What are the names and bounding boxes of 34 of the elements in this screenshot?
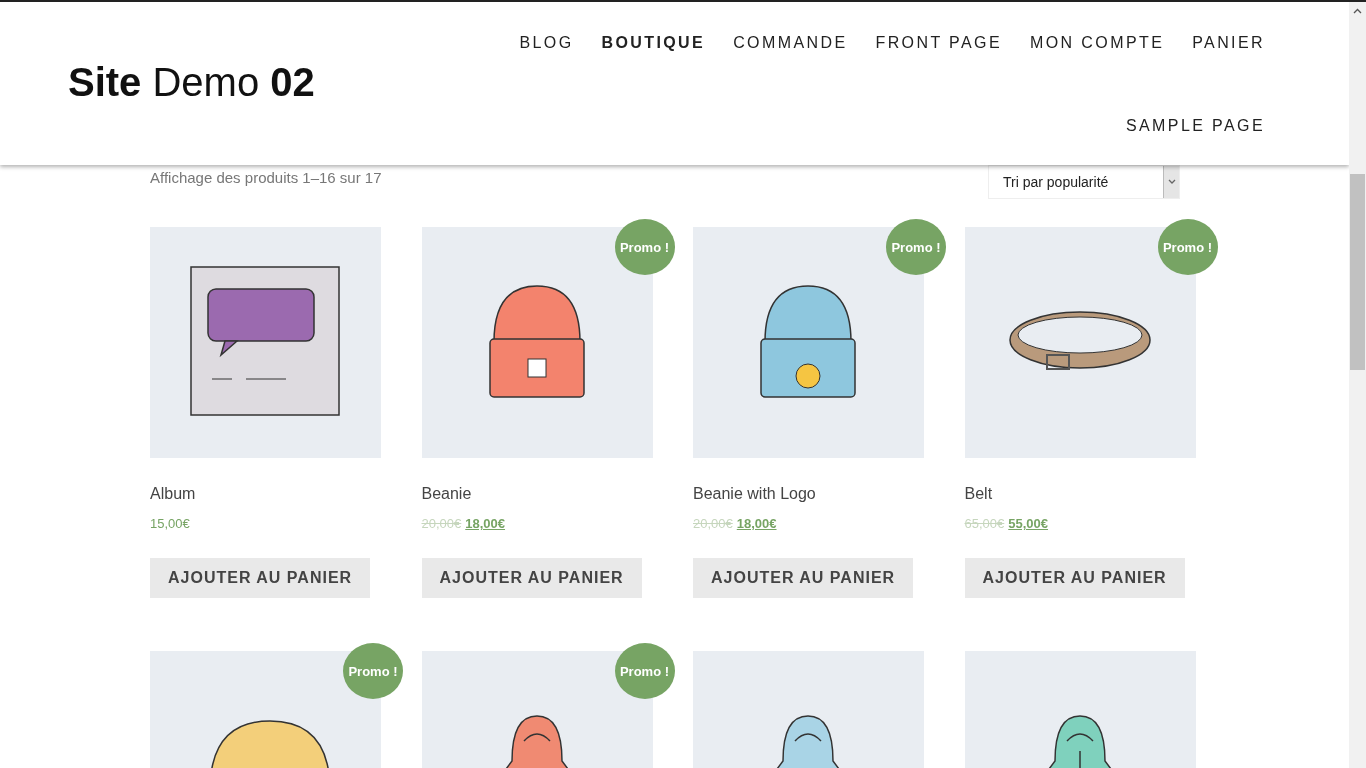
add-to-cart-button[interactable]: AJOUTER AU PANIER xyxy=(150,558,371,598)
add-to-cart-button[interactable]: AJOUTER AU PANIER xyxy=(693,558,914,598)
sale-badge: Promo ! xyxy=(343,643,403,699)
product-name[interactable]: Album xyxy=(150,485,381,503)
product-price: 15,00€ xyxy=(150,516,190,531)
scroll-up-icon[interactable] xyxy=(1353,8,1362,14)
nav-link[interactable]: MON COMPTE xyxy=(1030,32,1165,115)
product-name[interactable]: Beanie xyxy=(421,485,653,503)
chevron-down-icon xyxy=(1167,179,1176,185)
product-name[interactable]: Belt xyxy=(964,485,1196,503)
nav-link[interactable]: FRONT PAGE xyxy=(875,32,1002,115)
sale-price: 18,00€ xyxy=(736,516,777,531)
nav-link[interactable]: BLOG xyxy=(519,32,574,115)
add-to-cart-button[interactable]: AJOUTER AU PANIER xyxy=(421,558,642,598)
sort-dropdown[interactable]: Tri par popularité xyxy=(988,165,1180,199)
sale-price: 18,00€ xyxy=(465,516,506,531)
original-price: 65,00€ xyxy=(964,516,1005,531)
original-price: 20,00€ xyxy=(693,516,733,531)
sale-price: 55,00€ xyxy=(1008,516,1049,531)
nav-link[interactable]: PANIER xyxy=(1192,32,1265,115)
original-price: 20,00€ xyxy=(421,516,462,531)
sale-badge: Promo ! xyxy=(886,219,946,275)
nav-link[interactable]: BOUTIQUE xyxy=(601,32,706,115)
product-name[interactable]: Beanie with Logo xyxy=(693,485,924,503)
site-logo[interactable]: Site Demo 02 xyxy=(68,60,315,105)
result-count: Affichage des produits 1–16 sur 17 xyxy=(150,169,382,186)
sale-badge: Promo ! xyxy=(1157,219,1218,275)
product-image[interactable] xyxy=(150,227,381,458)
scrollbar[interactable] xyxy=(1349,2,1366,768)
add-to-cart-button[interactable]: AJOUTER AU PANIER xyxy=(964,558,1185,598)
sale-badge: Promo ! xyxy=(614,219,675,275)
nav-link[interactable]: COMMANDE xyxy=(733,32,848,115)
scrollbar-thumb[interactable] xyxy=(1350,174,1365,370)
sale-badge: Promo ! xyxy=(614,643,675,699)
